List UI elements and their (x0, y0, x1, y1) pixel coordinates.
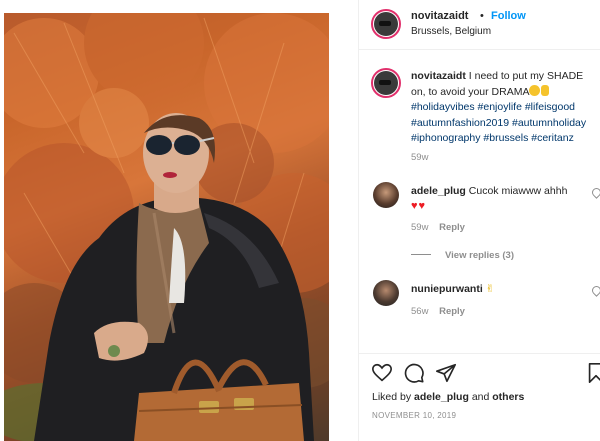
likes-prefix: Liked by (372, 391, 412, 403)
comment-meta: 56w Reply (411, 306, 465, 317)
photo-illustration (4, 13, 329, 441)
hearts-emoji-icon: ♥♥ (411, 200, 427, 212)
bookmark-icon[interactable] (585, 362, 600, 384)
post-photo[interactable] (4, 13, 329, 441)
comment-text: adele_plug Cucok miawww ahhh (411, 184, 593, 199)
comment-text: nuniepurwanti ✌ (411, 282, 593, 297)
victory-hand-emoji-icon: ✌ (485, 283, 495, 295)
comment-meta: 59w Reply (411, 222, 465, 233)
commenter-avatar[interactable] (373, 182, 399, 208)
comment-username[interactable]: adele_plug (411, 185, 466, 197)
comment-username[interactable]: nuniepurwanti (411, 283, 483, 295)
commenter-avatar[interactable] (373, 280, 399, 306)
author-avatar[interactable] (371, 9, 401, 39)
replies-divider (411, 254, 431, 255)
post-detail-panel: novitazaidt • Follow Brussels, Belgium n… (358, 0, 600, 441)
caption-hashtags[interactable]: #holidayvibes #enjoylife #lifeisgood #au… (411, 101, 586, 144)
comment-time: 56w (411, 306, 429, 317)
reply-button[interactable]: Reply (439, 306, 465, 317)
comment-body: Cucok miawww ahhh (468, 185, 568, 197)
view-replies-button[interactable]: View replies (3) (411, 250, 514, 261)
reply-button[interactable]: Reply (439, 222, 465, 233)
caption-time: 59w (411, 152, 429, 163)
view-replies-label: View replies (3) (445, 250, 514, 261)
likes-summary: Liked by adele_plug and others (372, 391, 524, 403)
caption-avatar[interactable] (371, 68, 401, 98)
post-date: NOVEMBER 10, 2019 (372, 411, 457, 420)
follow-button[interactable]: Follow (491, 10, 526, 22)
comment-icon[interactable] (403, 362, 425, 384)
location-link[interactable]: Brussels, Belgium (411, 26, 491, 37)
post-media-column (0, 0, 358, 441)
header-separator: • (480, 10, 484, 22)
post-header: novitazaidt • Follow Brussels, Belgium (359, 0, 600, 50)
share-icon[interactable] (435, 362, 457, 384)
author-username[interactable]: novitazaidt (411, 10, 468, 22)
victory-hand-emoji-icon (541, 84, 550, 96)
wink-emoji-icon (529, 84, 541, 96)
caption-text: novitazaidt I need to put my SHADE on, t… (411, 69, 599, 147)
comment-time: 59w (411, 222, 429, 233)
likes-user-link[interactable]: adele_plug (414, 391, 469, 403)
heart-icon[interactable] (371, 362, 393, 384)
likes-others-link[interactable]: others (492, 391, 524, 403)
caption-username[interactable]: novitazaidt (411, 70, 466, 82)
post-actions: Liked by adele_plug and others NOVEMBER … (359, 353, 600, 441)
likes-conjunction: and (471, 391, 490, 403)
